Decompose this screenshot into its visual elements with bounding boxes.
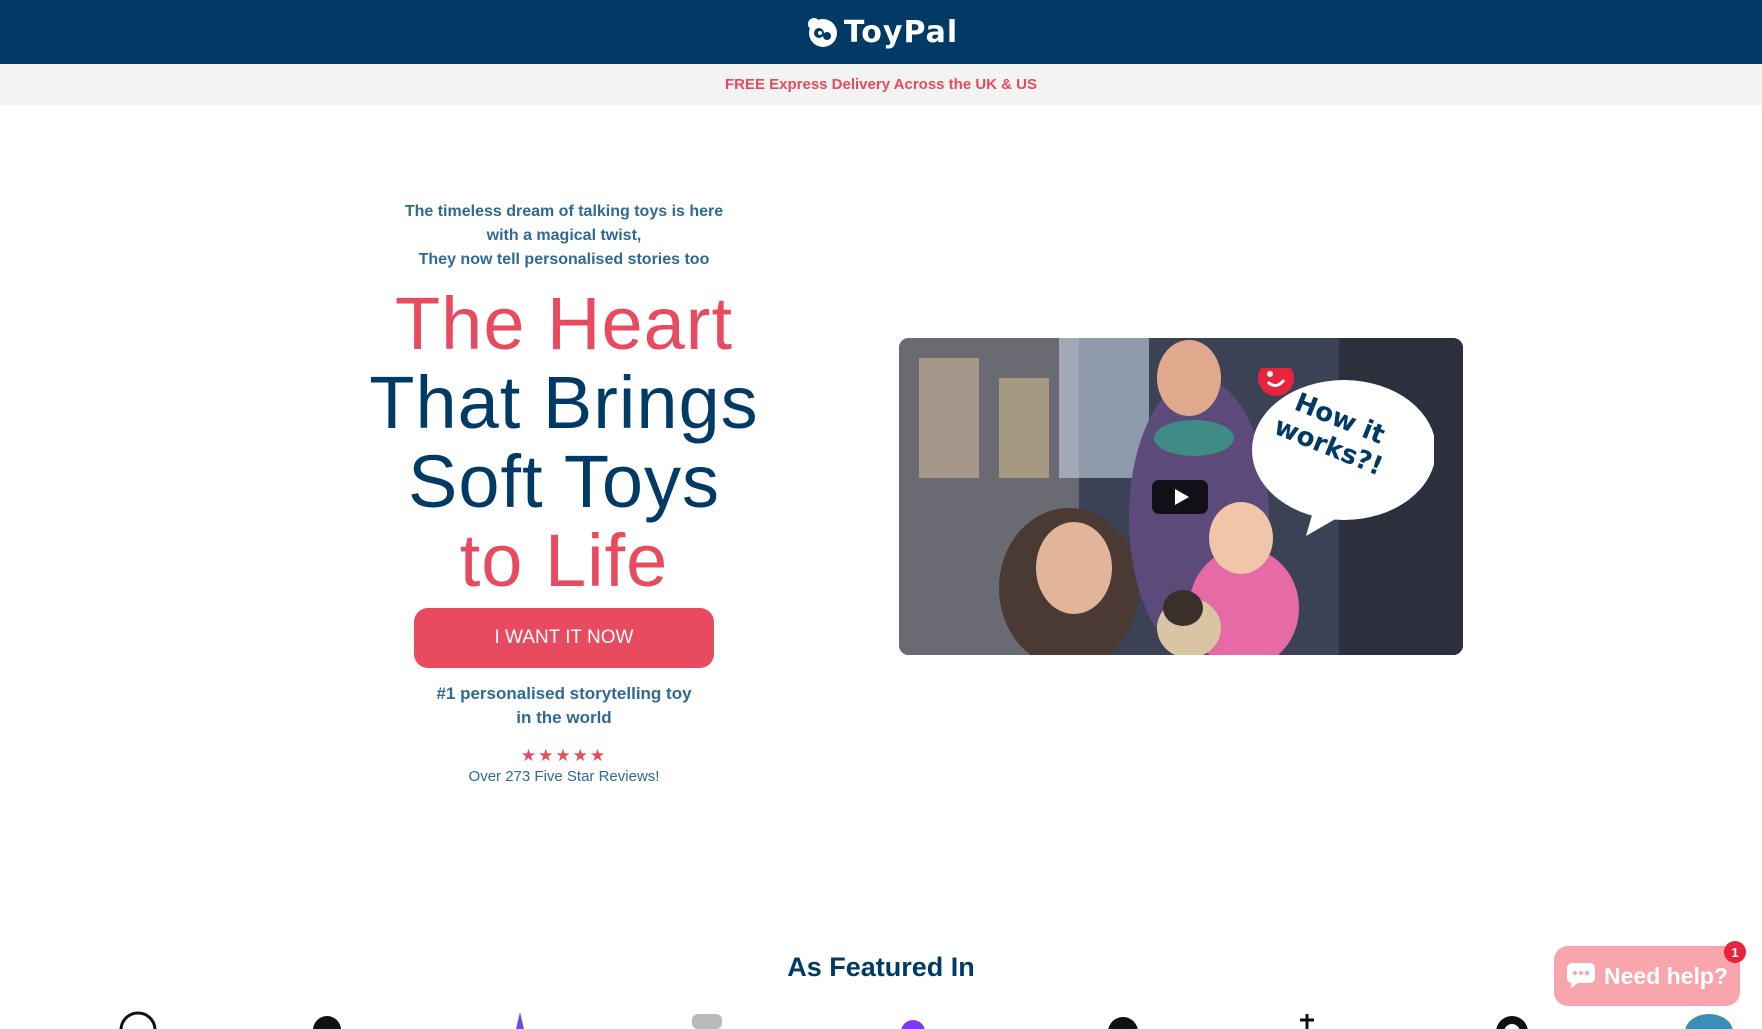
chat-label: Need help? xyxy=(1604,962,1728,989)
tagline-line-1: The timeless dream of talking toys is he… xyxy=(404,203,724,220)
tagline-line-3: They now tell personalised stories too xyxy=(418,251,710,268)
announcement-bar: FREE Express Delivery Across the UK & US xyxy=(0,64,1762,105)
as-featured-in-title: As Featured In xyxy=(787,952,975,983)
tagline-line-2: with a magical twist, xyxy=(486,227,642,244)
hero-headline: The Heart That Brings Soft Toys to Life xyxy=(330,284,798,600)
press-logo-circle-icon xyxy=(119,1011,157,1029)
subline-line-2: in the world xyxy=(516,708,612,727)
site-header: ToyPal xyxy=(0,0,1762,64)
press-logo-star-icon xyxy=(1496,1016,1528,1029)
headline-line-2: That Brings xyxy=(369,361,759,444)
chat-bubble-icon xyxy=(1567,963,1596,989)
hero-text: The timeless dream of talking toys is he… xyxy=(330,200,798,785)
rating-stars: ★★★★★ xyxy=(520,746,608,765)
play-icon xyxy=(1174,489,1189,505)
press-logo-tree-icon xyxy=(1300,1014,1314,1029)
press-logo-gradient-icon xyxy=(1685,1014,1733,1029)
press-logo-chat-icon xyxy=(692,1014,722,1029)
need-help-chat-button[interactable]: Need help? xyxy=(1554,946,1740,1006)
reviews-count[interactable]: Over 273 Five Star Reviews! xyxy=(330,768,798,785)
hero-subline: #1 personalised storytelling toy in the … xyxy=(330,682,798,730)
headline-line-1: The Heart xyxy=(394,282,734,365)
press-logo-purple-icon xyxy=(516,1012,524,1029)
chat-notification-badge: 1 xyxy=(1724,941,1746,963)
i-want-it-now-button[interactable]: I WANT IT NOW xyxy=(414,608,714,668)
hero-tagline: The timeless dream of talking toys is he… xyxy=(330,200,798,272)
headline-line-3: Soft Toys xyxy=(407,440,720,523)
press-logo-black-icon xyxy=(1108,1017,1138,1029)
press-logo-dark-icon xyxy=(313,1016,341,1029)
press-logos-row xyxy=(0,1010,1762,1029)
subline-line-1: #1 personalised storytelling toy xyxy=(436,684,692,703)
logo-link[interactable]: ToyPal xyxy=(804,14,958,50)
how-it-works-video[interactable]: How it works?! xyxy=(899,338,1463,655)
play-button[interactable] xyxy=(1152,480,1208,514)
press-logo-violet-icon xyxy=(901,1020,925,1029)
toypal-logo-icon xyxy=(807,18,837,47)
headline-line-4: to Life xyxy=(459,519,669,602)
announcement-text: FREE Express Delivery Across the UK & US xyxy=(724,76,1038,93)
logo-text: ToyPal xyxy=(843,14,959,50)
